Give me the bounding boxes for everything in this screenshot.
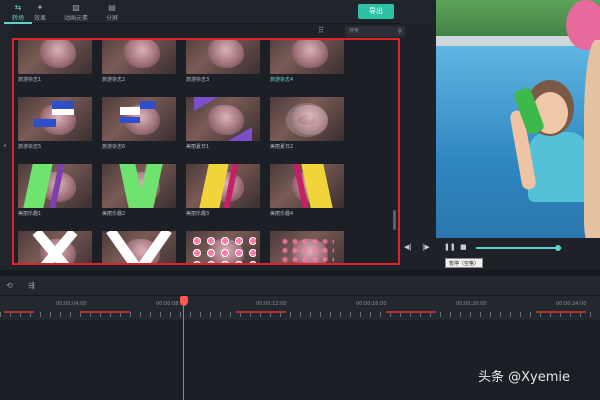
pause-icon[interactable]: ❚❚ <box>444 243 456 251</box>
transition-item[interactable]: 美丽乐趣3 <box>186 231 260 263</box>
transition-item[interactable]: 美丽乐趣4 <box>270 164 344 220</box>
watermark: 头条 @Xyemie <box>478 370 571 385</box>
transition-thumbnail <box>186 231 260 263</box>
player-controls: ◀| |▶ ❚❚ ■ 暂停（空格） <box>400 238 600 270</box>
ruler-tick-label: 00:00:16:00 <box>356 301 387 307</box>
adjust-icon[interactable]: ⇶ <box>28 281 35 290</box>
transition-item[interactable]: 美丽乐趣1 <box>18 231 92 263</box>
tab-effects[interactable]: ✦ 效果 <box>22 2 58 22</box>
transition-item[interactable]: 旅游杂志2 <box>102 40 176 86</box>
transition-label: 旅游杂志3 <box>186 77 210 83</box>
transition-thumbnail <box>18 231 92 263</box>
transition-thumbnail <box>102 97 176 141</box>
ruler-marker-segment <box>80 311 130 313</box>
tab-label: 效果 <box>33 15 46 22</box>
transition-label: 美丽乐趣1 <box>18 211 42 217</box>
playhead-line[interactable] <box>183 304 184 400</box>
stop-icon[interactable]: ■ <box>460 243 467 251</box>
search-icon: ⚲ <box>397 28 402 35</box>
search-input[interactable]: 搜索 ⚲ <box>345 26 405 37</box>
transition-thumbnail <box>186 40 260 74</box>
previous-frame-icon[interactable]: ◀| <box>404 243 412 251</box>
transition-item[interactable]: 美丽乐趣1 <box>18 164 92 220</box>
tab-label: 动画元素 <box>63 15 88 22</box>
transition-thumbnail <box>102 164 176 208</box>
transition-label: 美丽夏日1 <box>186 144 210 150</box>
panel-gutter <box>400 0 436 24</box>
playhead-handle[interactable] <box>180 296 188 306</box>
ruler-marker-segment <box>536 311 586 313</box>
transition-thumbnail <box>18 40 92 74</box>
transition-item[interactable]: 旅游杂志5 <box>18 97 92 153</box>
transition-item[interactable]: 美丽夏日1 <box>186 97 260 153</box>
preview-figure-body <box>528 132 588 202</box>
timeline-tracks[interactable] <box>0 320 600 400</box>
transition-item[interactable]: 旅游杂志4 <box>270 40 344 86</box>
collapse-arrow-icon[interactable]: ◂ <box>3 142 6 149</box>
transition-label: 旅游杂志6 <box>102 144 126 150</box>
transition-item[interactable]: 美丽夏日2 <box>270 97 344 153</box>
transition-item[interactable]: 美丽乐趣4 <box>270 231 344 263</box>
transition-library-panel: 旅游杂志1 旅游杂志2 旅游杂志3 旅游杂志4 旅游杂志5 旅游杂志6 美丽夏日1 美丽夏日2… <box>12 38 400 265</box>
ruler-tick-label: 00:00:12:00 <box>256 301 287 307</box>
ruler-marker-segment <box>236 311 286 313</box>
transition-label: 旅游杂志4 <box>270 77 294 83</box>
ruler-marker-segment <box>4 311 34 313</box>
transition-item[interactable]: 美丽乐趣2 <box>102 231 176 263</box>
library-scrollbar[interactable] <box>393 210 396 230</box>
transition-thumbnail <box>102 231 176 263</box>
transition-item[interactable]: 美丽乐趣3 <box>186 164 260 220</box>
timeline-ruler[interactable]: 00:00:04:00 00:00:08:00 00:00:12:00 00:00:1… <box>0 296 600 320</box>
left-strip: ◂ <box>0 24 12 270</box>
pause-tooltip: 暂停（空格） <box>445 258 484 268</box>
playback-progress[interactable] <box>476 245 562 251</box>
elements-icon: ▨ <box>72 3 80 12</box>
undo-icon[interactable]: ⟲ <box>6 281 13 290</box>
transition-thumbnail <box>270 164 344 208</box>
split-screen-icon: ▤ <box>108 3 116 12</box>
tab-label: 分屏 <box>105 15 118 22</box>
effects-icon: ✦ <box>36 3 44 12</box>
transition-thumbnail <box>186 97 260 141</box>
transition-thumbnail <box>18 164 92 208</box>
video-preview <box>436 0 600 238</box>
tab-elements[interactable]: ▨ 动画元素 <box>58 2 94 22</box>
grid-view-icon[interactable]: ⠿ <box>318 26 324 35</box>
ruler-tick-label: 00:00:24:00 <box>556 301 587 307</box>
transition-thumbnail <box>270 40 344 74</box>
video-editor: ⇆ 转场 ✦ 效果 ▨ 动画元素 ▤ 分屏 导出 ◂ ⠿ 搜索 ⚲ 旅游杂志1 旅… <box>0 0 600 400</box>
tab-split-screen[interactable]: ▤ 分屏 <box>94 2 130 22</box>
top-tab-bar: ⇆ 转场 ✦ 效果 ▨ 动画元素 ▤ 分屏 导出 <box>0 0 436 24</box>
transition-thumbnail <box>270 231 344 263</box>
transition-thumbnail <box>186 164 260 208</box>
transition-thumbnail <box>270 97 344 141</box>
timeline-toolbar: ⟲ ⇶ <box>0 276 600 296</box>
transition-item[interactable]: 美丽乐趣2 <box>102 164 176 220</box>
transition-label: 美丽乐趣3 <box>186 211 210 217</box>
transition-label: 旅游杂志2 <box>102 77 126 83</box>
progress-knob[interactable] <box>554 245 561 251</box>
transition-label: 旅游杂志5 <box>18 144 42 150</box>
transition-label: 美丽乐趣2 <box>102 211 126 217</box>
preview-second-figure <box>584 40 600 238</box>
transition-label: 美丽夏日2 <box>270 144 294 150</box>
export-button[interactable]: 导出 <box>358 4 394 19</box>
progress-fill <box>476 247 558 249</box>
library-toolbar: ⠿ 搜索 ⚲ <box>12 24 405 38</box>
transition-thumbnail <box>102 40 176 74</box>
ruler-tick-label: 00:00:20:00 <box>456 301 487 307</box>
transition-thumbnail <box>18 97 92 141</box>
play-icon[interactable]: |▶ <box>422 243 430 251</box>
ruler-tick-label: 00:00:04:00 <box>56 301 87 307</box>
transition-label: 旅游杂志1 <box>18 77 42 83</box>
transition-label: 美丽乐趣4 <box>270 211 294 217</box>
ruler-marker-segment <box>386 311 436 313</box>
transition-item[interactable]: 旅游杂志6 <box>102 97 176 153</box>
transition-item[interactable]: 旅游杂志3 <box>186 40 260 86</box>
search-placeholder: 搜索 <box>349 28 360 34</box>
transition-item[interactable]: 旅游杂志1 <box>18 40 92 86</box>
